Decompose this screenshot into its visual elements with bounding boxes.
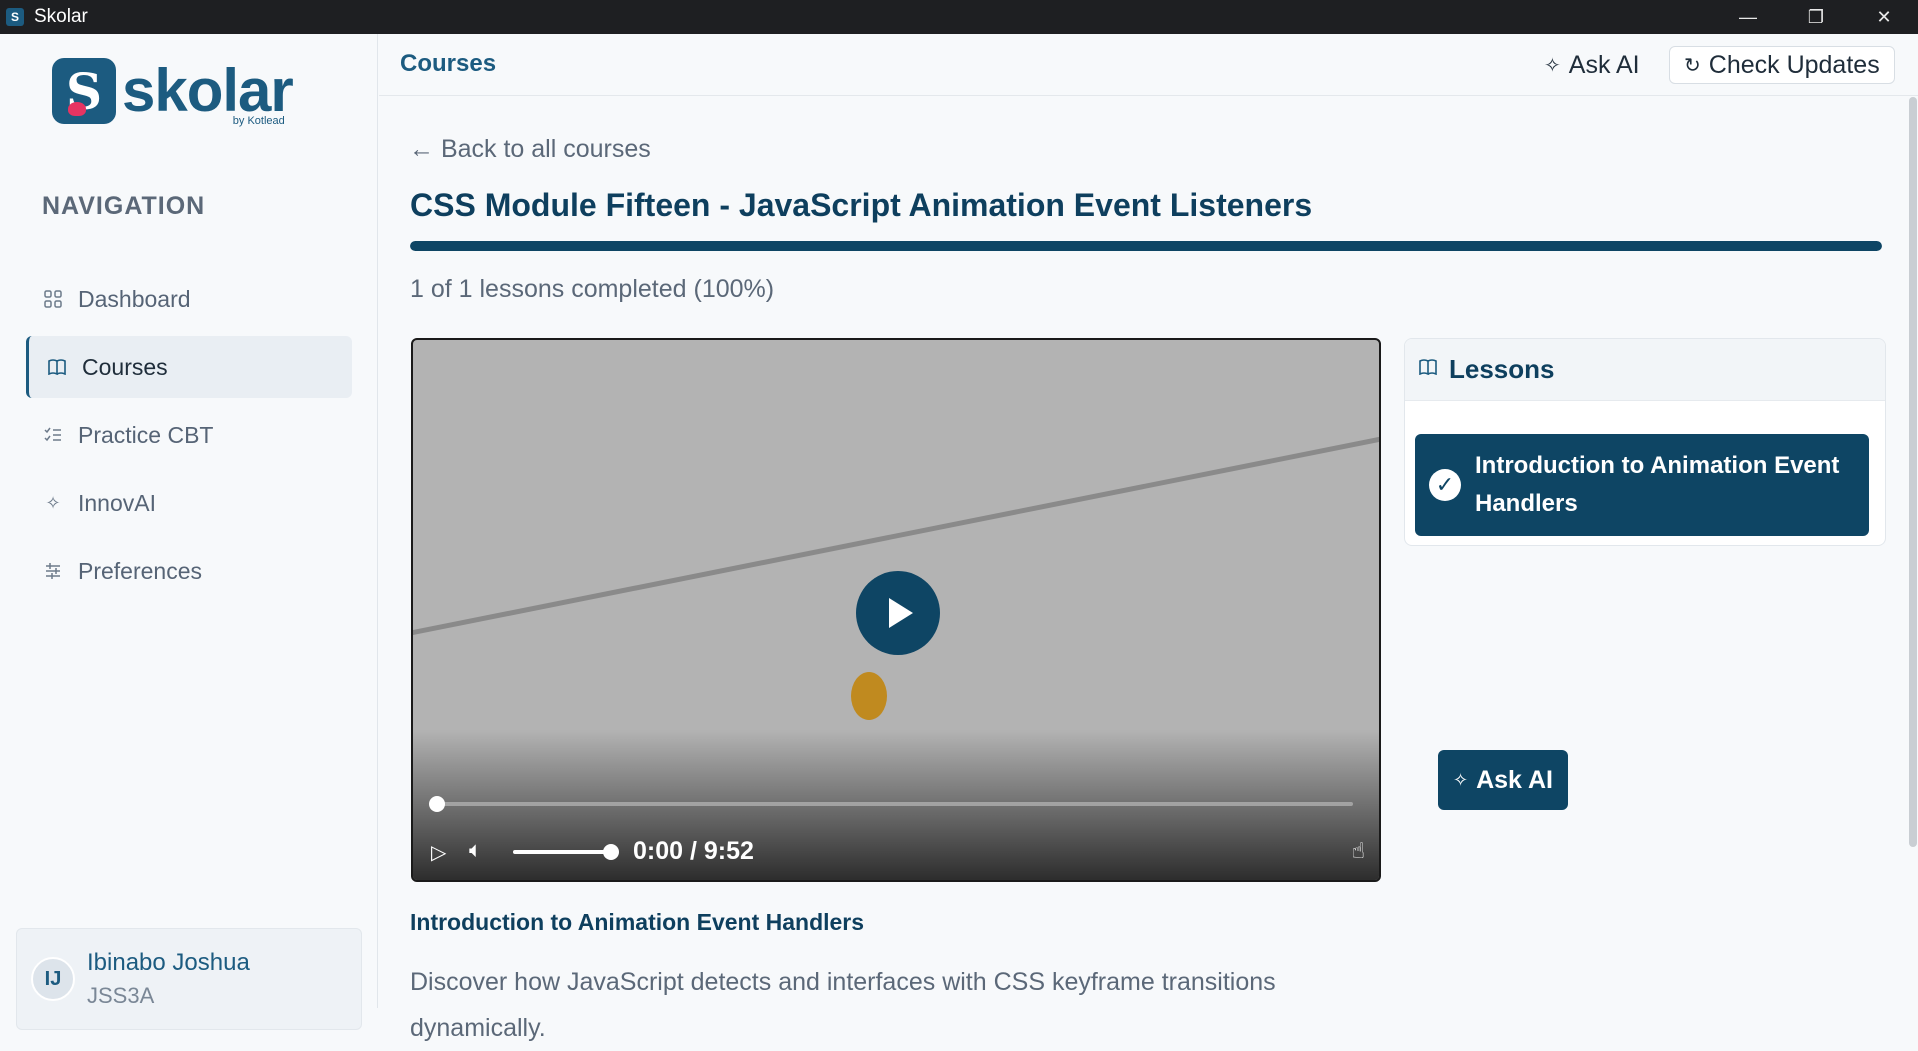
gesture-icon[interactable]: ☝︎ [1352, 838, 1365, 864]
grid-icon [42, 288, 64, 310]
sidebar: S skolar by Kotlead NAVIGATION Dashboard… [0, 34, 378, 1030]
sparkle-icon: ✧ [45, 492, 61, 513]
refresh-icon: ↻ [1684, 54, 1701, 77]
lesson-item-label: Introduction to Animation Event Handlers [1475, 452, 1840, 517]
sidebar-item-practice-cbt[interactable]: Practice CBT [26, 404, 352, 466]
sparkle-icon: ✧ [1544, 54, 1561, 77]
window-titlebar: S Skolar — ❐ ✕ [0, 0, 1918, 34]
seek-handle[interactable] [429, 796, 445, 812]
user-class: JSS3A [87, 983, 155, 1008]
floating-ask-ai-label: Ask AI [1476, 765, 1553, 794]
video-seek-bar[interactable] [429, 796, 1353, 812]
nav-list: Dashboard Courses Practice CBT ✧ InnovAI… [26, 268, 352, 608]
sparkle-icon: ✧ [1453, 769, 1469, 790]
checklist-icon [42, 424, 64, 446]
main-header: Courses ✧ Ask AI ↻ Check Updates [379, 34, 1918, 96]
scrollbar[interactable] [1909, 97, 1917, 847]
course-progress-fill [410, 241, 1882, 251]
brand-name: skolar [122, 57, 294, 124]
lessons-heading: Lessons [1449, 354, 1555, 384]
sidebar-item-preferences[interactable]: Preferences [26, 540, 352, 602]
check-updates-button[interactable]: ↻ Check Updates [1669, 46, 1895, 84]
ask-ai-label: Ask AI [1568, 50, 1640, 79]
lesson-description: Discover how JavaScript detects and inte… [410, 968, 1276, 1042]
user-name: Ibinabo Joshua [87, 949, 250, 976]
play-overlay-button[interactable] [856, 571, 940, 655]
ask-ai-button[interactable]: ✧ Ask AI [1544, 46, 1640, 84]
app-icon: S [6, 8, 24, 26]
sliders-icon [42, 560, 64, 582]
brand-byline: by Kotlead [232, 115, 285, 127]
volume-handle[interactable] [603, 844, 619, 860]
check-updates-label: Check Updates [1708, 50, 1880, 79]
video-time: 0:00 / 9:52 [633, 837, 754, 865]
course-progress-bar [410, 241, 1882, 251]
sidebar-item-label: Dashboard [78, 285, 191, 312]
sidebar-item-label: InnovAI [78, 489, 156, 516]
page-title: Courses [400, 50, 497, 77]
sidebar-item-label: Preferences [78, 557, 203, 584]
play-icon[interactable]: ▷ [431, 840, 446, 865]
sidebar-item-dashboard[interactable]: Dashboard [26, 268, 352, 330]
book-icon [1419, 358, 1437, 381]
lessons-panel: Lessons ✓ Introduction to Animation Even… [1404, 338, 1886, 546]
avatar: IJ [31, 957, 75, 1001]
video-frame-ball [851, 672, 887, 720]
course-title: CSS Module Fifteen - JavaScript Animatio… [410, 187, 1313, 223]
window-controls: — ❐ ✕ [1714, 0, 1918, 34]
lesson-title: Introduction to Animation Event Handlers [410, 909, 865, 935]
back-to-courses-link[interactable]: ← Back to all courses [409, 135, 651, 164]
sidebar-item-innovai[interactable]: ✧ InnovAI [26, 472, 352, 534]
logo-mark: S [52, 58, 116, 124]
sidebar-item-label: Courses [82, 353, 168, 380]
sidebar-item-courses[interactable]: Courses [26, 336, 352, 398]
volume-slider[interactable] [513, 844, 619, 860]
user-card[interactable]: IJ Ibinabo Joshua JSS3A [16, 928, 362, 1030]
sidebar-item-label: Practice CBT [78, 421, 214, 448]
volume-icon[interactable]: 🔈︎ [469, 837, 482, 863]
logo-text: skolar by Kotlead [122, 57, 294, 128]
logo[interactable]: S skolar by Kotlead [52, 57, 294, 128]
floating-ask-ai-button[interactable]: ✧ Ask AI [1438, 750, 1568, 810]
window-title: Skolar [34, 6, 88, 27]
minimize-button[interactable]: — [1714, 0, 1782, 34]
main-content: ← Back to all courses CSS Module Fifteen… [379, 97, 1918, 1042]
lessons-header: Lessons [1405, 339, 1885, 401]
video-player[interactable]: ▷ 🔈︎ 0:00 / 9:52 ☝︎ [411, 338, 1381, 882]
lesson-item[interactable]: ✓ Introduction to Animation Event Handle… [1415, 434, 1869, 536]
book-icon [46, 356, 68, 378]
close-button[interactable]: ✕ [1850, 0, 1918, 34]
nav-heading: NAVIGATION [42, 192, 206, 220]
check-circle-icon: ✓ [1429, 469, 1461, 501]
progress-text: 1 of 1 lessons completed (100%) [410, 275, 775, 303]
restore-button[interactable]: ❐ [1782, 0, 1850, 34]
